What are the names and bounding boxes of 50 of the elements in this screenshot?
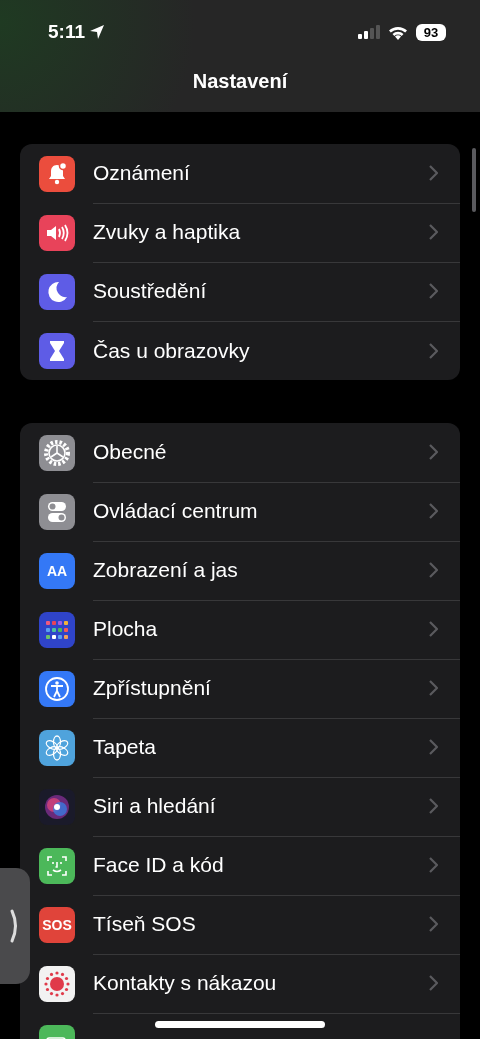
chevron-icon (428, 857, 438, 873)
location-icon (89, 24, 105, 40)
chevron-icon (428, 342, 438, 359)
settings-item[interactable]: Ovládací centrum (93, 499, 428, 523)
settings-item[interactable]: Zpřístupnění (93, 676, 428, 700)
signal-icon (358, 25, 380, 39)
chevron-icon (428, 916, 438, 932)
chevron-icon (428, 680, 438, 696)
wifi-icon (388, 24, 408, 40)
settings-item[interactable]: Tíseň SOS (93, 912, 428, 936)
chevron-icon (428, 165, 438, 181)
settings-item[interactable]: Oznámení (93, 161, 428, 185)
hourglass-icon (39, 332, 75, 369)
settings-icon (39, 434, 75, 471)
accessibility-icon (39, 670, 75, 707)
settings-item[interactable]: Čas u obrazovky (93, 338, 428, 363)
side-handle[interactable] (0, 868, 30, 984)
speaker-icon (39, 214, 75, 251)
chevron-icon (428, 975, 438, 991)
chevron-icon (428, 224, 438, 240)
app-icon: SOS (39, 906, 75, 943)
dots-icon (39, 965, 75, 1002)
chevron-icon (428, 444, 438, 460)
settings-item[interactable]: Tapeta (93, 735, 428, 759)
chevron-icon (428, 621, 438, 637)
settings-item[interactable]: Plocha (93, 617, 428, 641)
chevron-icon (428, 283, 438, 299)
chevron-icon (428, 562, 438, 578)
settings-item[interactable]: Face ID a kód (93, 853, 428, 877)
battery-level: 93 (416, 23, 446, 41)
grid-icon (39, 611, 75, 648)
chevron-icon (428, 503, 438, 519)
settings-item[interactable]: Zobrazení a jas (93, 558, 428, 582)
status-time: 5:11 (48, 21, 85, 43)
settings-item[interactable]: Kontakty s nákazou (93, 971, 428, 995)
settings-item[interactable]: Soustředění (93, 279, 428, 303)
orb-icon (39, 788, 75, 825)
chevron-icon (428, 798, 438, 814)
bell-icon (39, 155, 75, 192)
settings-item[interactable]: Siri a hledání (93, 794, 428, 818)
flower-icon (39, 729, 75, 766)
toggles-icon (39, 493, 75, 530)
moon-icon (39, 273, 75, 310)
face-icon (39, 847, 75, 884)
page-title: Nastavení (192, 70, 288, 93)
app-icon: AA (39, 552, 75, 589)
settings-item[interactable]: Zvuky a haptika (93, 220, 428, 244)
scrollbar (472, 148, 476, 212)
settings-item[interactable]: Obecné (93, 440, 428, 464)
chevron-icon (428, 739, 438, 755)
